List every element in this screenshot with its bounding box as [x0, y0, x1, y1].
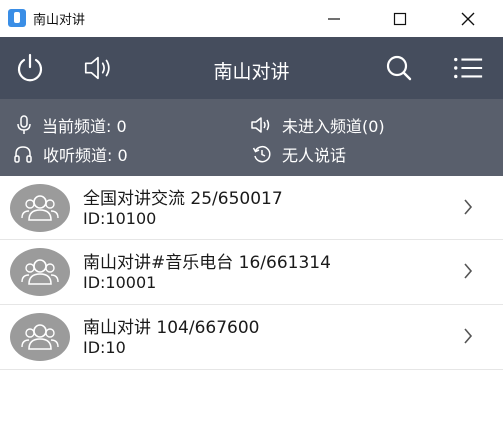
speaker-status: 无人说话: [252, 142, 346, 166]
channel-avatar: [10, 248, 70, 296]
history-clock-icon: [252, 145, 271, 163]
channel-title: 南山对讲#音乐电台 16/661314: [83, 253, 331, 273]
channel-list: 全国对讲交流 25/650017 ID:10100 南山对讲#音乐电台 16/6…: [0, 176, 503, 370]
channel-avatar: [10, 184, 70, 232]
current-channel-label: 当前频道: 0: [42, 117, 127, 136]
channel-id: ID:10100: [83, 209, 157, 228]
maximize-icon: [393, 12, 407, 25]
channel-id: ID:10001: [83, 273, 157, 292]
minimize-button[interactable]: [311, 0, 357, 37]
search-icon: [386, 55, 412, 81]
channel-row[interactable]: 南山对讲 104/667600 ID:10: [0, 305, 503, 370]
maximize-button[interactable]: [377, 0, 423, 37]
minimize-icon: [328, 17, 340, 20]
listen-channel-label: 收听频道: 0: [43, 146, 128, 165]
channel-title: 全国对讲交流 25/650017: [83, 189, 283, 209]
group-users-icon: [21, 324, 59, 350]
toolbar: 南山对讲: [0, 37, 503, 99]
chevron-right-icon: [464, 328, 473, 344]
group-users-icon: [21, 259, 59, 285]
channel-entry-label: 未进入频道(0): [282, 117, 385, 136]
channel-avatar: [10, 313, 70, 361]
close-icon: [461, 12, 475, 25]
window-titlebar: 南山对讲: [0, 0, 503, 37]
menu-button[interactable]: [452, 52, 484, 84]
search-button[interactable]: [383, 52, 415, 84]
group-users-icon: [21, 195, 59, 221]
volume-icon: [251, 117, 270, 133]
app-icon: [8, 9, 26, 27]
current-channel-status: 当前频道: 0: [16, 113, 127, 137]
channel-entry-status: 未进入频道(0): [250, 113, 385, 137]
status-panel: 当前频道: 0 收听频道: 0 未进入频道(0) 无人说话: [0, 99, 503, 176]
channel-row[interactable]: 南山对讲#音乐电台 16/661314 ID:10001: [0, 240, 503, 305]
channel-title: 南山对讲 104/667600: [83, 318, 260, 338]
close-button[interactable]: [445, 0, 491, 37]
chevron-right-icon: [464, 263, 473, 279]
microphone-icon: [17, 115, 31, 134]
window-title: 南山对讲: [33, 13, 86, 28]
speaker-status-label: 无人说话: [282, 146, 347, 165]
channel-id: ID:10: [83, 338, 126, 357]
listen-channel-status: 收听频道: 0: [13, 142, 128, 166]
headphones-icon: [14, 146, 32, 163]
toolbar-title: 南山对讲: [213, 61, 290, 83]
channel-row[interactable]: 全国对讲交流 25/650017 ID:10100: [0, 176, 503, 240]
chevron-right-icon: [464, 199, 473, 215]
list-menu-icon: [454, 57, 483, 79]
